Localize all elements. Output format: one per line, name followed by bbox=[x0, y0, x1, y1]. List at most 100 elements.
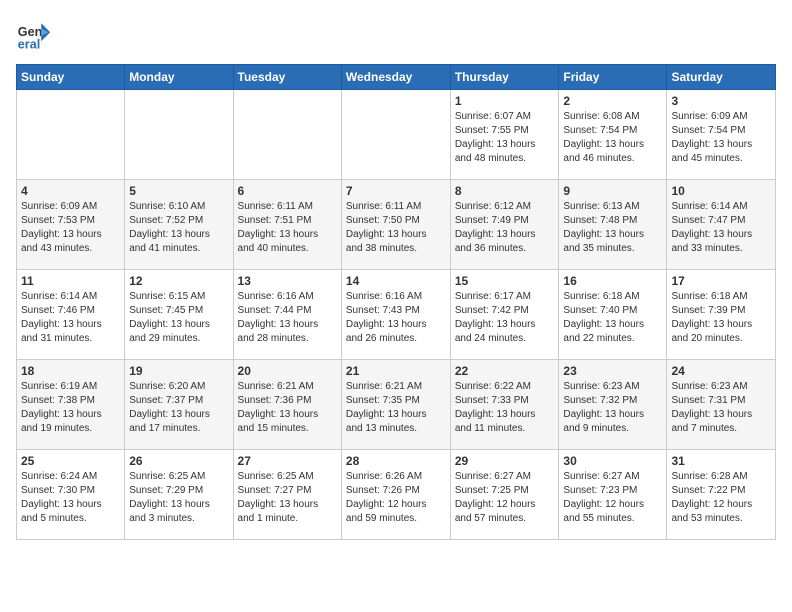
day-info: Sunrise: 6:16 AM Sunset: 7:44 PM Dayligh… bbox=[238, 290, 337, 346]
day-of-week-sunday: Sunday bbox=[17, 65, 125, 90]
day-number: 31 bbox=[671, 454, 771, 468]
calendar-cell: 9Sunrise: 6:13 AM Sunset: 7:48 PM Daylig… bbox=[559, 180, 667, 270]
day-number: 21 bbox=[346, 364, 446, 378]
calendar-cell: 17 Sunrise: 6:18 AM Sunset: 7:39 PM Dayli… bbox=[667, 270, 776, 360]
svg-text:eral: eral bbox=[18, 37, 40, 51]
calendar-week-4: 18 Sunrise: 6:19 AM Sunset: 7:38 PM Dayli… bbox=[17, 360, 776, 450]
day-info: Sunrise: 6:26 AM Sunset: 7:26 PM Dayligh… bbox=[346, 470, 446, 526]
day-number: 28 bbox=[346, 454, 446, 468]
calendar-cell: 12 Sunrise: 6:15 AM Sunset: 7:45 PM Dayli… bbox=[125, 270, 233, 360]
day-info: Sunrise: 6:16 AM Sunset: 7:43 PM Dayligh… bbox=[346, 290, 446, 346]
calendar-cell: 23 Sunrise: 6:23 AM Sunset: 7:32 PM Dayli… bbox=[559, 360, 667, 450]
calendar-cell: 30 Sunrise: 6:27 AM Sunset: 7:23 PM Dayli… bbox=[559, 450, 667, 540]
day-number: 10 bbox=[671, 184, 771, 198]
day-info: Sunrise: 6:11 AM Sunset: 7:50 PM Dayligh… bbox=[346, 200, 446, 256]
calendar-cell: 13 Sunrise: 6:16 AM Sunset: 7:44 PM Dayli… bbox=[233, 270, 341, 360]
day-info: Sunrise: 6:17 AM Sunset: 7:42 PM Dayligh… bbox=[455, 290, 555, 346]
day-number: 27 bbox=[238, 454, 337, 468]
day-of-week-wednesday: Wednesday bbox=[341, 65, 450, 90]
day-info: Sunrise: 6:23 AM Sunset: 7:32 PM Dayligh… bbox=[563, 380, 662, 436]
calendar-week-5: 25 Sunrise: 6:24 AM Sunset: 7:30 PM Dayli… bbox=[17, 450, 776, 540]
day-number: 12 bbox=[129, 274, 228, 288]
calendar-cell: 29Sunrise: 6:27 AM Sunset: 7:25 PM Dayli… bbox=[450, 450, 559, 540]
day-number: 23 bbox=[563, 364, 662, 378]
calendar-week-2: 4 Sunrise: 6:09 AM Sunset: 7:53 PM Daylig… bbox=[17, 180, 776, 270]
day-number: 29 bbox=[455, 454, 555, 468]
calendar-cell: 19 Sunrise: 6:20 AM Sunset: 7:37 PM Dayli… bbox=[125, 360, 233, 450]
day-info: Sunrise: 6:07 AM Sunset: 7:55 PM Dayligh… bbox=[455, 110, 555, 166]
days-of-week-row: SundayMondayTuesdayWednesdayThursdayFrid… bbox=[17, 65, 776, 90]
day-number: 7 bbox=[346, 184, 446, 198]
day-info: Sunrise: 6:18 AM Sunset: 7:39 PM Dayligh… bbox=[671, 290, 771, 346]
day-of-week-thursday: Thursday bbox=[450, 65, 559, 90]
calendar-cell: 4 Sunrise: 6:09 AM Sunset: 7:53 PM Daylig… bbox=[17, 180, 125, 270]
day-info: Sunrise: 6:08 AM Sunset: 7:54 PM Dayligh… bbox=[563, 110, 662, 166]
calendar-cell: 31 Sunrise: 6:28 AM Sunset: 7:22 PM Dayli… bbox=[667, 450, 776, 540]
day-info: Sunrise: 6:20 AM Sunset: 7:37 PM Dayligh… bbox=[129, 380, 228, 436]
day-of-week-monday: Monday bbox=[125, 65, 233, 90]
calendar-cell: 28 Sunrise: 6:26 AM Sunset: 7:26 PM Dayli… bbox=[341, 450, 450, 540]
day-info: Sunrise: 6:15 AM Sunset: 7:45 PM Dayligh… bbox=[129, 290, 228, 346]
calendar-cell: 6 Sunrise: 6:11 AM Sunset: 7:51 PM Daylig… bbox=[233, 180, 341, 270]
day-info: Sunrise: 6:28 AM Sunset: 7:22 PM Dayligh… bbox=[671, 470, 771, 526]
day-info: Sunrise: 6:21 AM Sunset: 7:35 PM Dayligh… bbox=[346, 380, 446, 436]
day-number: 26 bbox=[129, 454, 228, 468]
day-info: Sunrise: 6:24 AM Sunset: 7:30 PM Dayligh… bbox=[21, 470, 120, 526]
day-number: 2 bbox=[563, 94, 662, 108]
day-number: 13 bbox=[238, 274, 337, 288]
day-of-week-saturday: Saturday bbox=[667, 65, 776, 90]
day-number: 3 bbox=[671, 94, 771, 108]
day-info: Sunrise: 6:09 AM Sunset: 7:53 PM Dayligh… bbox=[21, 200, 120, 256]
day-number: 20 bbox=[238, 364, 337, 378]
day-number: 14 bbox=[346, 274, 446, 288]
calendar-cell: 18 Sunrise: 6:19 AM Sunset: 7:38 PM Dayli… bbox=[17, 360, 125, 450]
calendar-body: 1 Sunrise: 6:07 AM Sunset: 7:55 PM Daylig… bbox=[17, 90, 776, 540]
calendar-cell: 8 Sunrise: 6:12 AM Sunset: 7:49 PM Daylig… bbox=[450, 180, 559, 270]
day-number: 25 bbox=[21, 454, 120, 468]
day-info: Sunrise: 6:14 AM Sunset: 7:46 PM Dayligh… bbox=[21, 290, 120, 346]
day-number: 1 bbox=[455, 94, 555, 108]
day-number: 24 bbox=[671, 364, 771, 378]
day-number: 22 bbox=[455, 364, 555, 378]
day-info: Sunrise: 6:12 AM Sunset: 7:49 PM Dayligh… bbox=[455, 200, 555, 256]
calendar-cell: 24 Sunrise: 6:23 AM Sunset: 7:31 PM Dayli… bbox=[667, 360, 776, 450]
day-number: 8 bbox=[455, 184, 555, 198]
calendar-cell: 7 Sunrise: 6:11 AM Sunset: 7:50 PM Daylig… bbox=[341, 180, 450, 270]
day-number: 15 bbox=[455, 274, 555, 288]
calendar-cell bbox=[341, 90, 450, 180]
day-number: 11 bbox=[21, 274, 120, 288]
calendar-cell: 27Sunrise: 6:25 AM Sunset: 7:27 PM Dayli… bbox=[233, 450, 341, 540]
calendar-cell: 10Sunrise: 6:14 AM Sunset: 7:47 PM Dayli… bbox=[667, 180, 776, 270]
day-number: 9 bbox=[563, 184, 662, 198]
day-number: 19 bbox=[129, 364, 228, 378]
day-info: Sunrise: 6:27 AM Sunset: 7:23 PM Dayligh… bbox=[563, 470, 662, 526]
calendar-cell: 26 Sunrise: 6:25 AM Sunset: 7:29 PM Dayli… bbox=[125, 450, 233, 540]
day-info: Sunrise: 6:09 AM Sunset: 7:54 PM Dayligh… bbox=[671, 110, 771, 166]
calendar-cell: 3 Sunrise: 6:09 AM Sunset: 7:54 PM Daylig… bbox=[667, 90, 776, 180]
day-number: 4 bbox=[21, 184, 120, 198]
day-number: 6 bbox=[238, 184, 337, 198]
calendar-cell: 11 Sunrise: 6:14 AM Sunset: 7:46 PM Dayli… bbox=[17, 270, 125, 360]
day-of-week-friday: Friday bbox=[559, 65, 667, 90]
calendar-cell: 22 Sunrise: 6:22 AM Sunset: 7:33 PM Dayli… bbox=[450, 360, 559, 450]
day-number: 17 bbox=[671, 274, 771, 288]
calendar-week-3: 11 Sunrise: 6:14 AM Sunset: 7:46 PM Dayli… bbox=[17, 270, 776, 360]
calendar-header: SundayMondayTuesdayWednesdayThursdayFrid… bbox=[17, 65, 776, 90]
calendar-cell: 1 Sunrise: 6:07 AM Sunset: 7:55 PM Daylig… bbox=[450, 90, 559, 180]
day-info: Sunrise: 6:22 AM Sunset: 7:33 PM Dayligh… bbox=[455, 380, 555, 436]
day-info: Sunrise: 6:10 AM Sunset: 7:52 PM Dayligh… bbox=[129, 200, 228, 256]
logo: Gen eral bbox=[16, 16, 56, 52]
day-info: Sunrise: 6:25 AM Sunset: 7:29 PM Dayligh… bbox=[129, 470, 228, 526]
day-number: 30 bbox=[563, 454, 662, 468]
day-info: Sunrise: 6:23 AM Sunset: 7:31 PM Dayligh… bbox=[671, 380, 771, 436]
calendar-cell bbox=[17, 90, 125, 180]
calendar-cell: 21 Sunrise: 6:21 AM Sunset: 7:35 PM Dayli… bbox=[341, 360, 450, 450]
day-number: 18 bbox=[21, 364, 120, 378]
calendar-cell: 16Sunrise: 6:18 AM Sunset: 7:40 PM Dayli… bbox=[559, 270, 667, 360]
day-info: Sunrise: 6:11 AM Sunset: 7:51 PM Dayligh… bbox=[238, 200, 337, 256]
calendar-cell: 25 Sunrise: 6:24 AM Sunset: 7:30 PM Dayli… bbox=[17, 450, 125, 540]
day-info: Sunrise: 6:19 AM Sunset: 7:38 PM Dayligh… bbox=[21, 380, 120, 436]
day-of-week-tuesday: Tuesday bbox=[233, 65, 341, 90]
calendar-table: SundayMondayTuesdayWednesdayThursdayFrid… bbox=[16, 64, 776, 540]
calendar-cell bbox=[125, 90, 233, 180]
